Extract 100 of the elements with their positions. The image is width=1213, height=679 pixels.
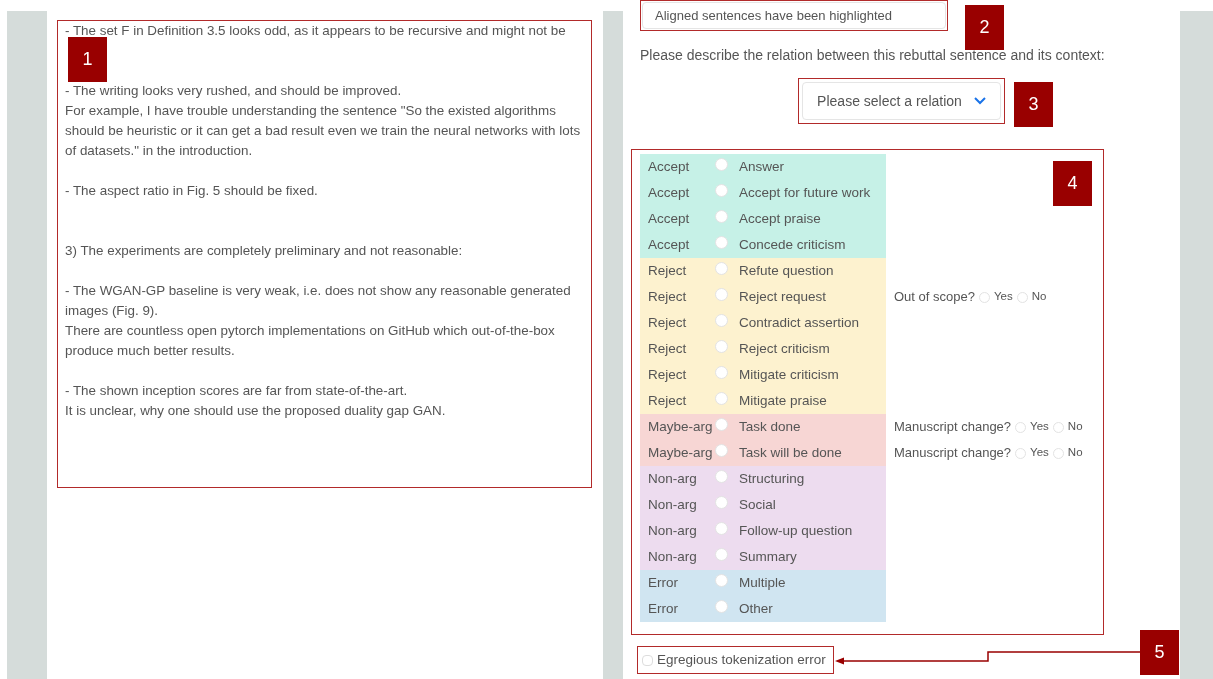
review-paragraph: - The set F in Definition 3.5 looks odd, as it appears to be recursive and might not be xyxy=(65,22,567,40)
radio-button[interactable] xyxy=(715,496,728,509)
annotation-number-label: 1 xyxy=(68,37,107,82)
relation-label: Multiple xyxy=(739,573,786,592)
relation-label: Task will be done xyxy=(739,443,842,462)
alignment-dropdown[interactable]: Aligned sentences have been highlighted xyxy=(642,2,946,29)
category-label: Accept xyxy=(647,183,691,202)
review-paragraph: - The shown inception scores are far from state-of-the-art. xyxy=(65,382,409,400)
relation-option-row[interactable]: Accept Answer xyxy=(640,154,886,180)
relation-option-row[interactable]: Reject Mitigate praise xyxy=(640,388,886,414)
radio-button[interactable] xyxy=(978,291,990,303)
relation-label: Other xyxy=(739,599,773,618)
category-label: Maybe-arg xyxy=(647,417,714,436)
relation-option-row[interactable]: Error Multiple xyxy=(640,570,886,596)
annotation-number-label: 4 xyxy=(1053,161,1092,206)
relation-option-row[interactable]: Reject Reject request xyxy=(640,284,886,310)
radio-button[interactable] xyxy=(715,444,728,457)
radio-button[interactable] xyxy=(715,288,728,301)
category-label: Accept xyxy=(647,209,691,228)
radio-button[interactable] xyxy=(715,236,728,249)
radio-button[interactable] xyxy=(715,314,728,327)
radio-button[interactable] xyxy=(715,548,728,561)
category-label: Reject xyxy=(647,287,688,306)
option-label: No xyxy=(1031,289,1047,305)
relation-label: Contradict assertion xyxy=(739,313,860,332)
review-paragraph: It is unclear, why one should use the proposed duality gap GAN. xyxy=(65,402,447,420)
radio-button[interactable] xyxy=(715,340,728,353)
category-label: Reject xyxy=(647,261,688,280)
relation-option-row[interactable]: Non-arg Structuring xyxy=(640,466,886,492)
option-label: No xyxy=(1067,445,1083,461)
category-label: Error xyxy=(647,573,679,592)
radio-button[interactable] xyxy=(715,522,728,535)
relation-label: Reject criticism xyxy=(739,339,830,358)
followup-question: Out of scope? xyxy=(894,288,975,307)
review-paragraph: - The WGAN-GP baseline is very weak, i.e. does not show any reasonable generated images (Fig. 9). xyxy=(65,282,572,320)
review-paragraph: For example, I have trouble understanding the sentence "So the existed algorithms should be heuristic or it can get a bad result even we train the neural networks with lots of datasets." in the introduction. xyxy=(65,102,582,160)
radio-button[interactable] xyxy=(715,366,728,379)
category-label: Accept xyxy=(647,235,691,254)
relation-label: Social xyxy=(739,495,776,514)
relation-option-row[interactable]: Accept Accept for future work xyxy=(640,180,886,206)
relation-option-row[interactable]: Non-arg Summary xyxy=(640,544,886,570)
relation-label: Follow-up question xyxy=(739,521,853,540)
relation-label: Accept praise xyxy=(739,209,821,228)
review-paragraph: There are countless open pytorch implementations on GitHub which out-of-the-box produce much better results. xyxy=(65,322,556,360)
relation-label: Answer xyxy=(739,157,784,176)
relation-label: Mitigate praise xyxy=(739,391,827,410)
relation-label: Accept for future work xyxy=(739,183,871,202)
relation-option-row[interactable]: Reject Reject criticism xyxy=(640,336,886,362)
relation-option-row[interactable]: Reject Refute question xyxy=(640,258,886,284)
category-label: Reject xyxy=(647,339,688,358)
radio-button[interactable] xyxy=(1016,291,1028,303)
annotation-number-label: 5 xyxy=(1140,630,1179,675)
relation-option-row[interactable]: Accept Accept praise xyxy=(640,206,886,232)
relation-option-row[interactable]: Maybe-arg Task will be done xyxy=(640,440,886,466)
relation-label: Reject request xyxy=(739,287,827,306)
review-paragraph: - The aspect ratio in Fig. 5 should be fixed. xyxy=(65,182,319,200)
chevron-down-icon xyxy=(973,97,986,105)
option-label: No xyxy=(1067,419,1083,435)
relation-option-row[interactable]: Maybe-arg Task done xyxy=(640,414,886,440)
radio-button[interactable] xyxy=(715,392,728,405)
relation-option-row[interactable]: Reject Contradict assertion xyxy=(640,310,886,336)
radio-button[interactable] xyxy=(715,418,728,431)
review-paragraph: 3) The experiments are completely preliminary and not reasonable: xyxy=(65,242,464,260)
relation-option-row[interactable]: Error Other xyxy=(640,596,886,622)
radio-button[interactable] xyxy=(715,210,728,223)
option-label: Yes xyxy=(1030,445,1049,461)
category-label: Non-arg xyxy=(647,469,698,488)
category-label: Non-arg xyxy=(647,547,698,566)
radio-button[interactable] xyxy=(715,574,728,587)
category-label: Maybe-arg xyxy=(647,443,714,462)
radio-button[interactable] xyxy=(715,158,728,171)
radio-button[interactable] xyxy=(1052,447,1064,459)
relation-label: Mitigate criticism xyxy=(739,365,839,384)
relation-label: Concede criticism xyxy=(739,235,846,254)
radio-button[interactable] xyxy=(1052,421,1064,433)
relation-dropdown[interactable]: Please select a relation xyxy=(802,82,1001,120)
followup-question: Manuscript change? xyxy=(894,418,1012,437)
review-paragraph: - The writing looks very rushed, and should be improved. xyxy=(65,82,403,100)
radio-button[interactable] xyxy=(715,262,728,275)
category-label: Non-arg xyxy=(647,495,698,514)
relation-option-row[interactable]: Accept Concede criticism xyxy=(640,232,886,258)
category-label: Non-arg xyxy=(647,521,698,540)
category-label: Reject xyxy=(647,313,688,332)
category-label: Accept xyxy=(647,157,691,176)
radio-button[interactable] xyxy=(1015,447,1027,459)
annotation-number-label: 2 xyxy=(965,5,1004,50)
radio-button[interactable] xyxy=(715,470,728,483)
relation-label: Task done xyxy=(739,417,801,436)
radio-button[interactable] xyxy=(715,600,728,613)
relation-option-row[interactable]: Non-arg Follow-up question xyxy=(640,518,886,544)
option-label: Yes xyxy=(1030,419,1049,435)
annotation-number-label: 3 xyxy=(1014,82,1053,127)
option-label: Yes xyxy=(993,289,1013,305)
radio-button[interactable] xyxy=(1015,421,1027,433)
relation-option-row[interactable]: Non-arg Social xyxy=(640,492,886,518)
relation-option-row[interactable]: Reject Mitigate criticism xyxy=(640,362,886,388)
checkbox[interactable] xyxy=(642,654,653,666)
relation-label: Structuring xyxy=(739,469,805,488)
relation-label: Summary xyxy=(739,547,797,566)
radio-button[interactable] xyxy=(715,184,728,197)
